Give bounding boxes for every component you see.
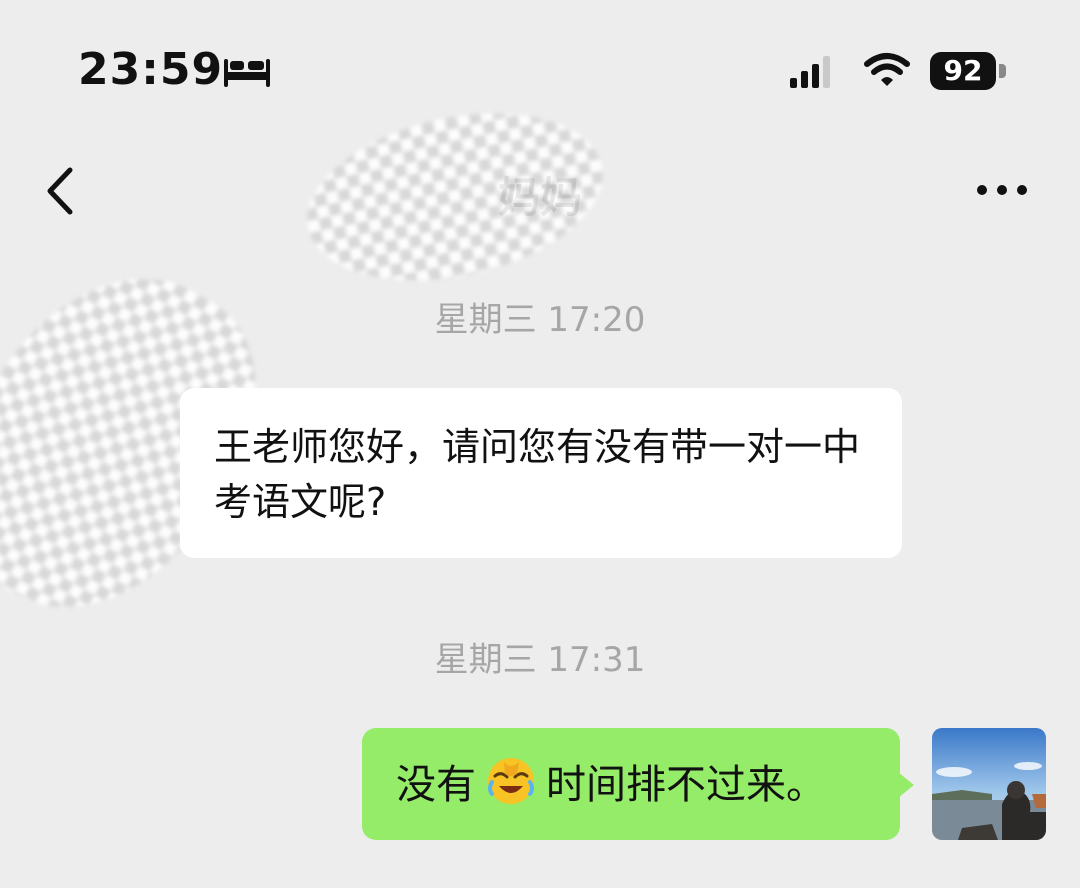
battery-indicator: 92	[930, 52, 996, 90]
message-timestamp: 星期三 17:31	[434, 640, 646, 680]
message-timestamp: 星期三 17:20	[434, 300, 646, 340]
cellular-signal-icon	[790, 56, 830, 88]
ellipsis-icon[interactable]	[972, 180, 1032, 200]
outgoing-message-bubble[interactable]: 没有 时间排不过来。	[362, 728, 900, 840]
avatar[interactable]	[932, 728, 1046, 840]
face-palm-laughing-emoji-icon	[488, 758, 534, 804]
message-text: 王老师您好，请问您有没有带一对一中考语文呢?	[214, 425, 861, 524]
bed-icon	[224, 59, 270, 87]
battery-nub	[999, 64, 1006, 78]
bubble-tail	[898, 772, 914, 798]
status-time: 23:59	[78, 44, 224, 95]
chevron-left-icon[interactable]	[42, 164, 78, 218]
message-text: 没有	[396, 762, 476, 808]
privacy-mask	[291, 88, 619, 306]
incoming-message-bubble[interactable]: 王老师您好，请问您有没有带一对一中考语文呢?	[180, 388, 902, 558]
message-text: 时间排不过来。	[546, 762, 826, 808]
wifi-icon	[864, 53, 910, 86]
